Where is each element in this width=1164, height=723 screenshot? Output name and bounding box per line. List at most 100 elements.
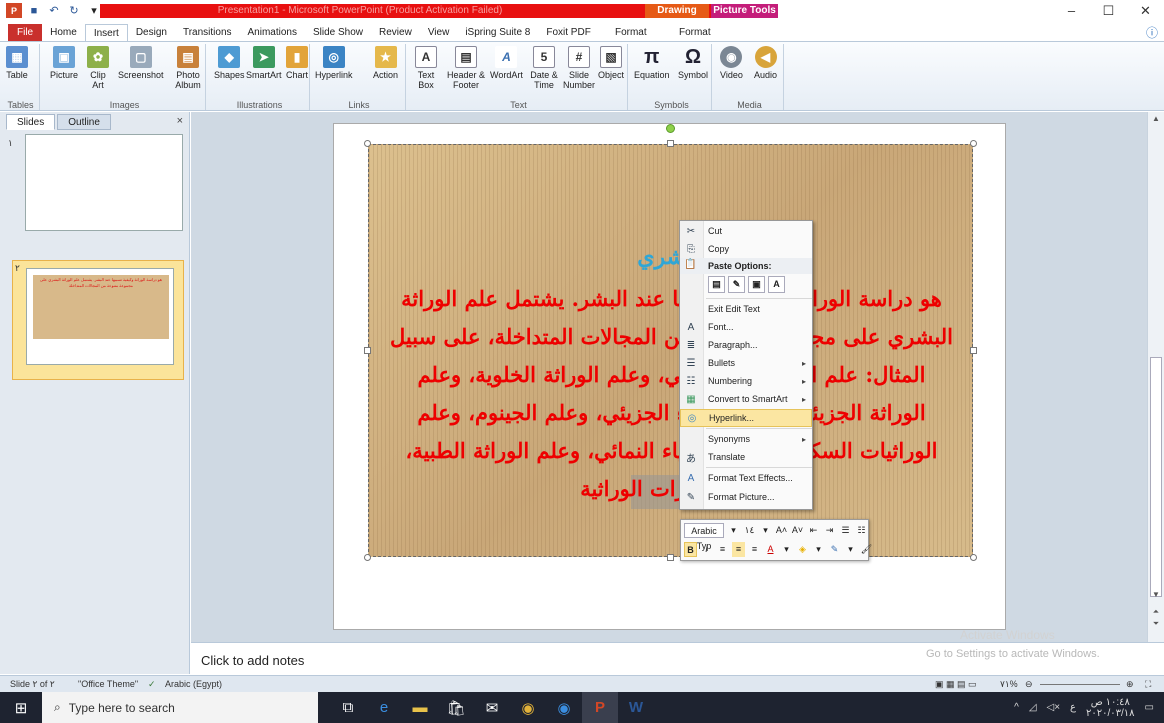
handle-top[interactable] — [667, 140, 674, 147]
mail-icon[interactable]: ✉ — [474, 692, 510, 723]
numbering-icon[interactable]: ☷ — [855, 523, 868, 538]
bold-button[interactable]: B — [684, 542, 697, 557]
notifications-icon[interactable]: ▭ — [1145, 702, 1154, 713]
tab-home[interactable]: Home — [42, 24, 85, 41]
file-explorer-icon[interactable]: ▬ — [402, 692, 438, 723]
scrollbar-thumb[interactable] — [1150, 357, 1162, 597]
scroll-down-icon[interactable]: ▼ — [1148, 590, 1164, 599]
audio-button[interactable]: ◀ Audio — [754, 46, 777, 80]
font-size-select[interactable]: ١٤ — [743, 523, 756, 538]
align-center-icon[interactable]: ≡ — [732, 542, 745, 557]
language-indicator[interactable]: Arabic (Egypt) — [165, 679, 222, 689]
menu-bullets[interactable]: ☰ Bullets ▸ — [680, 354, 812, 372]
next-slide-icon[interactable]: ⏷ — [1148, 619, 1164, 629]
help-icon[interactable]: ⓘ — [1146, 24, 1158, 41]
close-panel-icon[interactable]: × — [177, 115, 183, 127]
menu-cut[interactable]: ✂ Cut — [680, 222, 812, 240]
handle-top-right[interactable] — [970, 140, 977, 147]
tab-review[interactable]: Review — [371, 24, 420, 41]
tab-format-drawing[interactable]: Format — [599, 24, 663, 41]
header-footer-button[interactable]: ▤ Header & Footer — [446, 46, 486, 90]
edge-icon[interactable]: e — [366, 692, 402, 723]
tab-foxit[interactable]: Foxit PDF — [538, 24, 598, 41]
grow-font-button[interactable]: A˄ — [775, 523, 788, 538]
smartart-button[interactable]: ➤ SmartArt — [246, 46, 282, 80]
video-button[interactable]: ◉ Video — [720, 46, 743, 80]
align-right-icon[interactable]: ≡ — [748, 542, 761, 557]
task-view-icon[interactable]: ⧉ — [330, 692, 366, 723]
zoom-in-icon[interactable]: ⊕ — [1126, 679, 1134, 690]
save-icon[interactable]: ■ — [26, 3, 42, 18]
slide-body-text[interactable]: هو دراسة الوراثة وكيفية تسببها عند البشر… — [389, 280, 954, 508]
italic-button[interactable]: I — [700, 542, 713, 557]
view-buttons[interactable]: ▣ ▦ ▤ ▭ — [935, 679, 977, 690]
chevron-down-icon[interactable]: ▾ — [812, 542, 825, 557]
previous-slide-icon[interactable]: ⏶ — [1148, 607, 1164, 617]
clock[interactable]: ١٠:٤٨ ص ٢٠٢٠/٠٣/١٨ — [1086, 697, 1135, 719]
chevron-down-icon[interactable]: ▾ — [780, 542, 793, 557]
menu-translate[interactable]: あ Translate — [680, 448, 812, 466]
chrome-icon[interactable]: ◉ — [510, 692, 546, 723]
powerpoint-taskbar-icon[interactable]: P — [582, 692, 618, 723]
action-button[interactable]: ★ Action — [373, 46, 398, 80]
fit-slide-icon[interactable]: ⛶ — [1145, 679, 1151, 690]
font-name-select[interactable]: Arabic Typ — [684, 523, 724, 551]
redo-icon[interactable]: ↻ — [66, 3, 82, 18]
menu-copy[interactable]: ⎘ Copy — [680, 240, 812, 258]
slide-heading[interactable]: البشري — [369, 244, 974, 270]
slide-number-button[interactable]: # Slide Number — [562, 46, 596, 90]
tab-ispring[interactable]: iSpring Suite 8 — [457, 24, 538, 41]
volume-icon[interactable]: ◁× — [1047, 702, 1061, 713]
text-box-placeholder[interactable]: البشري هو دراسة الوراثة وكيفية تسببها عن… — [368, 144, 973, 557]
chevron-down-icon[interactable]: ▾ — [727, 523, 740, 538]
word-taskbar-icon[interactable]: W — [618, 692, 654, 723]
menu-paragraph[interactable]: ≣ Paragraph... — [680, 336, 812, 354]
taskbar-search[interactable]: ⌕ Type here to search — [42, 692, 318, 723]
shapes-button[interactable]: ◆ Shapes — [214, 46, 245, 80]
tab-design[interactable]: Design — [128, 24, 175, 41]
chrome-canary-icon[interactable]: ◉ — [546, 692, 582, 723]
menu-format-picture[interactable]: ✎ Format Picture... — [680, 488, 812, 506]
handle-left[interactable] — [364, 347, 371, 354]
network-icon[interactable]: ◿ — [1029, 702, 1037, 713]
menu-exit-edit-text[interactable]: Exit Edit Text — [680, 300, 812, 318]
picture-button[interactable]: ▣ Picture — [50, 46, 78, 80]
store-icon[interactable]: 🛍 — [438, 692, 474, 723]
format-painter-icon[interactable]: 🖌 — [860, 542, 873, 557]
handle-top-left[interactable] — [364, 140, 371, 147]
shape-outline-icon[interactable]: ✎ — [828, 542, 841, 557]
date-time-button[interactable]: 5 Date & Time — [528, 46, 560, 90]
align-left-icon[interactable]: ≡ — [716, 542, 729, 557]
rotation-handle[interactable] — [666, 124, 675, 133]
increase-indent-icon[interactable]: ⇥ — [823, 523, 836, 538]
hyperlink-button[interactable]: ◎ Hyperlink — [315, 46, 353, 80]
keyboard-language-icon[interactable]: ع — [1070, 702, 1076, 713]
font-color-icon[interactable]: A — [764, 542, 777, 557]
decrease-indent-icon[interactable]: ⇤ — [807, 523, 820, 538]
handle-bottom-left[interactable] — [364, 554, 371, 561]
equation-button[interactable]: π Equation — [634, 46, 670, 80]
scroll-up-icon[interactable]: ▲ — [1148, 114, 1164, 123]
zoom-out-icon[interactable]: ⊖ — [1025, 679, 1033, 690]
menu-hyperlink[interactable]: ◎ Hyperlink... — [680, 409, 812, 427]
tray-chevron-icon[interactable]: ^ — [1014, 702, 1019, 713]
menu-format-text-effects[interactable]: A Format Text Effects... — [680, 469, 812, 487]
chart-button[interactable]: ▮ Chart — [286, 46, 308, 80]
shrink-font-button[interactable]: A˅ — [791, 523, 804, 538]
tab-animations[interactable]: Animations — [240, 24, 305, 41]
maximize-button[interactable]: ☐ — [1090, 0, 1127, 22]
tab-insert[interactable]: Insert — [84, 24, 128, 41]
menu-font[interactable]: A Font... — [680, 318, 812, 336]
tab-slides[interactable]: Slides — [6, 114, 56, 130]
tab-slide-show[interactable]: Slide Show — [305, 24, 371, 41]
minimize-button[interactable]: – — [1053, 0, 1090, 22]
menu-convert-smartart[interactable]: ▦ Convert to SmartArt ▸ — [680, 390, 812, 408]
table-button[interactable]: ▦ Table — [6, 46, 28, 80]
windows-start-icon[interactable]: ⊞ — [0, 692, 42, 723]
wordart-button[interactable]: A WordArt — [490, 46, 523, 80]
slide[interactable]: البشري هو دراسة الوراثة وكيفية تسببها عن… — [333, 123, 1006, 630]
undo-icon[interactable]: ↶ — [46, 3, 62, 18]
chevron-down-icon[interactable]: ▾ — [759, 523, 772, 538]
paste-text-only-icon[interactable]: A — [768, 276, 785, 293]
tab-transitions[interactable]: Transitions — [175, 24, 240, 41]
